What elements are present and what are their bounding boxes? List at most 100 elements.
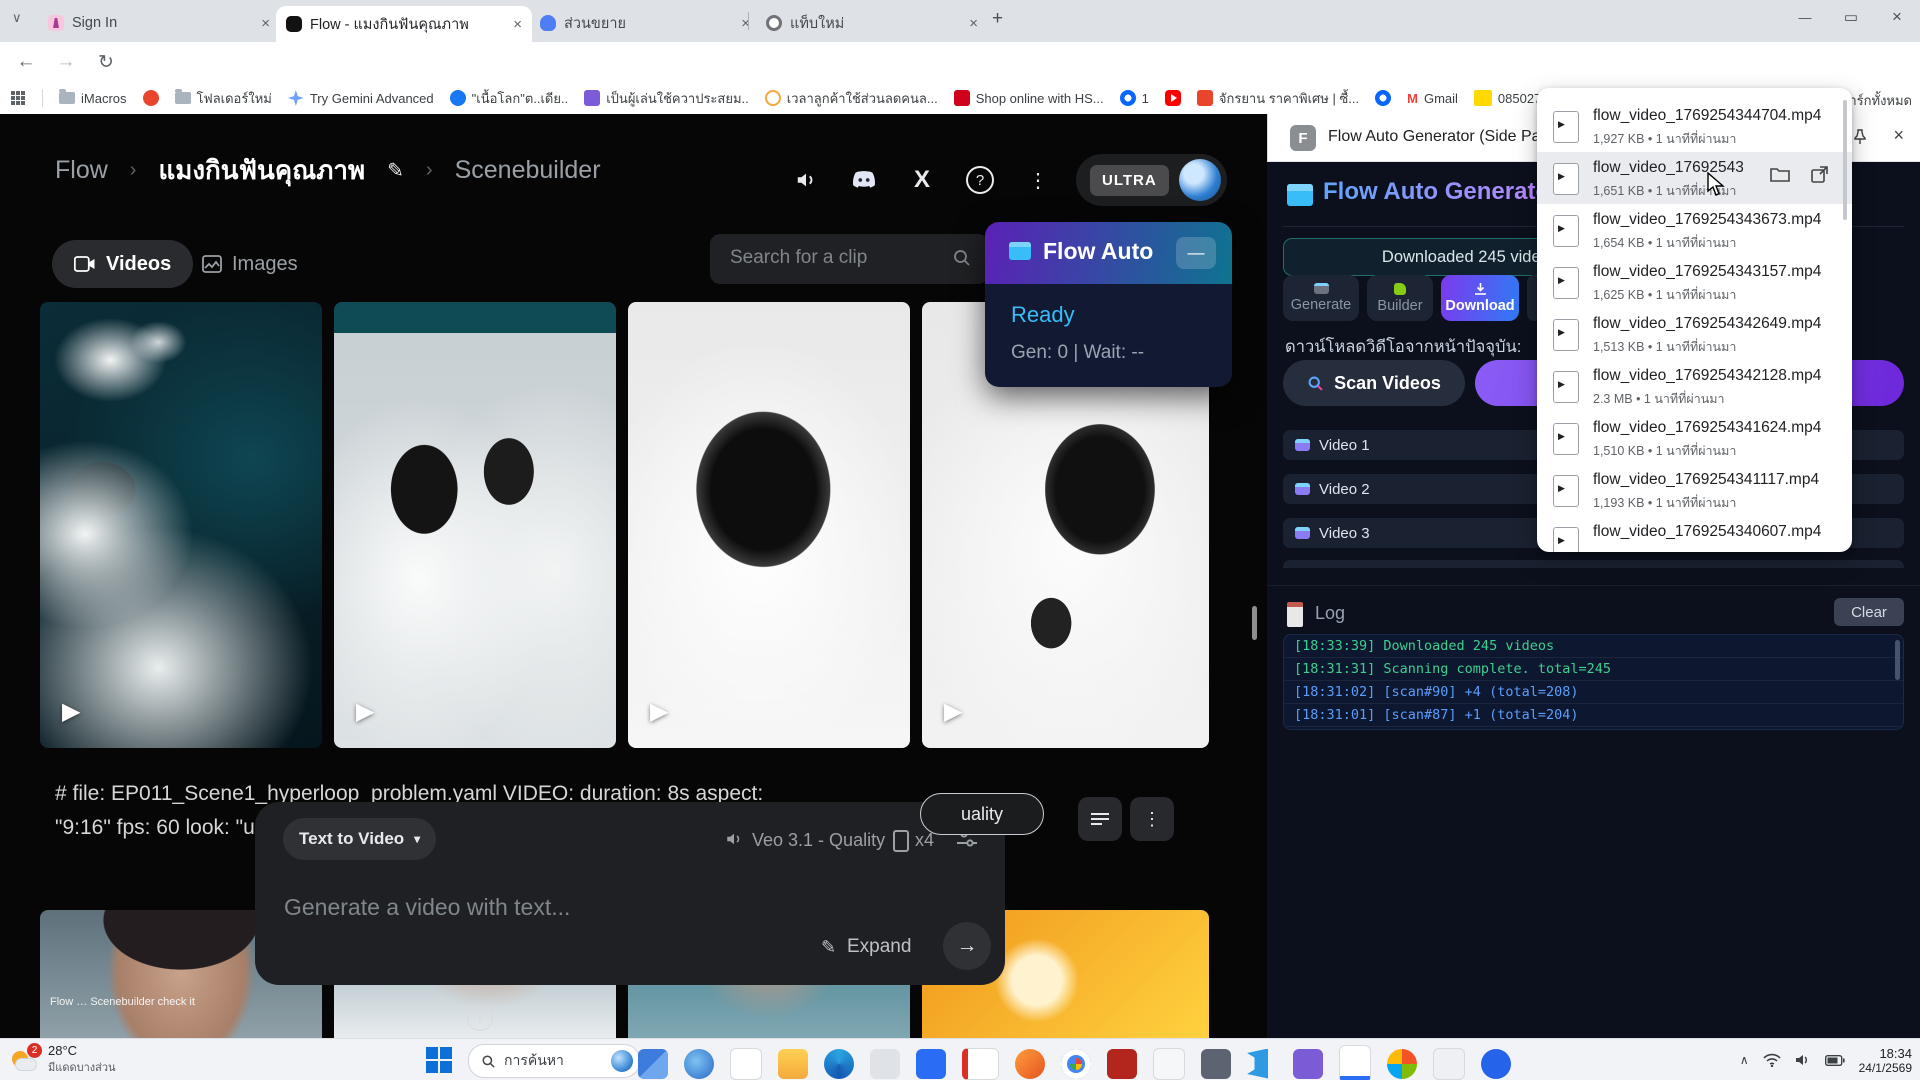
bookmark-red-app[interactable] — [143, 90, 159, 106]
clock[interactable]: 18:34 24/1/2569 — [1859, 1046, 1912, 1075]
file-explorer-icon[interactable] — [778, 1049, 808, 1079]
tab-close-icon[interactable]: × — [253, 15, 270, 32]
download-item[interactable]: flow_video_1769254341117.mp41,193 KB • 1… — [1537, 464, 1852, 516]
clip-search-input[interactable]: Search for a clip — [710, 234, 988, 284]
taskbar-search[interactable]: การค้นหา — [468, 1044, 640, 1078]
app-icon-gray[interactable] — [870, 1049, 900, 1079]
edge-icon[interactable] — [824, 1049, 854, 1079]
battery-icon[interactable] — [1825, 1055, 1845, 1066]
quality-chip[interactable]: uality — [920, 793, 1044, 835]
bookmark-purple[interactable]: เป็นผู้เล่นใช้ควาประสยม.. — [584, 88, 749, 109]
app-icon-red-white[interactable] — [962, 1048, 999, 1080]
window-close-button[interactable]: × — [1874, 0, 1920, 34]
playlist-button[interactable] — [1078, 797, 1122, 841]
tab-flow-active[interactable]: Flow - แมงกินฟันคุณภาพ × — [276, 6, 532, 42]
flow-kebab-icon[interactable]: ⋮ — [1018, 160, 1058, 200]
log-clear-button[interactable]: Clear — [1834, 598, 1904, 626]
bookmark-bike[interactable]: จักรยาน ราคาพิเศษ | ซื้... — [1197, 88, 1359, 109]
help-icon[interactable]: ? — [960, 160, 1000, 200]
tab-images[interactable]: Images — [180, 240, 320, 288]
tab-extensions[interactable]: ส่วนขยาย × — [530, 8, 760, 38]
breadcrumb-page[interactable]: Scenebuilder — [455, 156, 601, 185]
log-scrollbar[interactable] — [1895, 640, 1900, 680]
download-item[interactable]: flow_video_1769254342128.mp42.3 MB • 1 น… — [1537, 360, 1852, 412]
firefox-icon[interactable] — [1015, 1049, 1045, 1079]
bookmark-fb[interactable]: "เนื้อโลก"ต..เดีย.. — [450, 88, 569, 109]
forward-button[interactable]: → — [52, 48, 80, 76]
tab-close-icon[interactable]: × — [505, 16, 522, 33]
x-logo-icon[interactable]: X — [902, 160, 942, 200]
people-icon[interactable] — [1481, 1049, 1511, 1079]
video-thumbnail-1[interactable]: ▶ — [40, 302, 322, 748]
download-item[interactable]: flow_video_1769254344704.mp41,927 KB • 1… — [1537, 100, 1852, 152]
download-item[interactable]: flow_video_1769254340607.mp4 — [1537, 516, 1852, 552]
audio-icon[interactable] — [786, 160, 826, 200]
task-view-icon[interactable] — [638, 1049, 668, 1079]
mail-icon[interactable] — [1339, 1045, 1371, 1080]
video-thumbnail-3[interactable]: ▶ — [628, 302, 910, 748]
camera-icon[interactable] — [1201, 1049, 1231, 1079]
tab-download[interactable]: Download — [1441, 275, 1519, 321]
bookmark-imacros[interactable]: iMacros — [59, 91, 127, 106]
side-panel-close-icon[interactable]: × — [1893, 125, 1904, 146]
open-in-new-icon[interactable] — [1811, 166, 1828, 183]
video-thumbnail-2[interactable]: ▶ — [334, 302, 616, 748]
widget-minimize-button[interactable]: — — [1176, 237, 1216, 269]
bookmark-gemini[interactable]: Try Gemini Advanced — [288, 90, 434, 106]
calculator-icon[interactable] — [1433, 1048, 1465, 1080]
app-icon-purple[interactable] — [1293, 1049, 1323, 1079]
tab-builder[interactable]: Builder — [1367, 275, 1433, 321]
apps-grid-icon[interactable] — [10, 90, 26, 106]
bookmark-gmail[interactable]: MGmail — [1407, 91, 1458, 106]
generate-send-button[interactable]: → — [943, 922, 991, 970]
notepad-icon[interactable] — [1153, 1048, 1185, 1080]
download-item[interactable]: flow_video_1769254343673.mp41,654 KB • 1… — [1537, 204, 1852, 256]
tab-generate[interactable]: Generate — [1283, 275, 1359, 321]
app-icon-darkred[interactable] — [1107, 1049, 1137, 1079]
widget-header[interactable]: Flow Auto — — [985, 222, 1232, 284]
popup-scrollbar[interactable] — [1843, 100, 1847, 220]
widgets-icon[interactable] — [730, 1048, 762, 1080]
breadcrumb-root[interactable]: Flow — [55, 156, 108, 185]
project-title[interactable]: แมงกินฟันคุณภาพ — [158, 150, 365, 191]
play-icon[interactable]: ▶ — [62, 697, 80, 726]
photos-icon[interactable] — [1387, 1049, 1417, 1079]
bookmark-youtube[interactable] — [1165, 90, 1181, 106]
expand-button[interactable]: Expand — [847, 936, 911, 958]
tab-videos[interactable]: Videos — [52, 240, 193, 288]
bookmark-new-folder[interactable]: โฟลเดอร์ใหม่ — [175, 88, 272, 109]
mode-dropdown[interactable]: Text to Video▾ — [283, 818, 436, 860]
reload-button[interactable]: ↻ — [92, 48, 120, 76]
info-icon[interactable]: ! — [467, 1005, 493, 1031]
tab-close-icon[interactable]: × — [961, 15, 978, 32]
avatar[interactable] — [1179, 159, 1221, 201]
back-button[interactable]: ← — [12, 48, 40, 76]
wifi-icon[interactable] — [1763, 1053, 1781, 1067]
download-item[interactable]: flow_video_1769254342649.mp41,513 KB • 1… — [1537, 308, 1852, 360]
chrome-icon[interactable] — [1061, 1049, 1091, 1079]
bookmark-globe[interactable]: เวลาลูกค้าใช้ส่วนลดคนล... — [765, 88, 938, 109]
download-item[interactable]: flow_video_1769254343157.mp41,625 KB • 1… — [1537, 256, 1852, 308]
start-button[interactable] — [426, 1047, 452, 1073]
volume-icon[interactable] — [1795, 1053, 1811, 1067]
play-icon[interactable]: ▶ — [650, 697, 668, 726]
vscode-icon[interactable] — [1247, 1049, 1277, 1079]
download-item[interactable]: flow_video_1769254341624.mp41,510 KB • 1… — [1537, 412, 1852, 464]
scan-videos-button[interactable]: Scan Videos — [1283, 360, 1465, 406]
window-maximize-button[interactable]: ▭ — [1828, 0, 1874, 34]
download-item-hovered[interactable]: flow_video_1769254344419 1,651 KB • 1 นา… — [1537, 152, 1852, 204]
discord-icon[interactable] — [844, 160, 884, 200]
new-tab-button[interactable]: + — [992, 8, 1003, 30]
video-row-partial[interactable] — [1283, 560, 1904, 568]
play-icon[interactable]: ▶ — [356, 697, 374, 726]
model-label[interactable]: Veo 3.1 - Quality — [752, 830, 885, 851]
hidden-icons-chevron[interactable]: ∧ — [1740, 1053, 1749, 1067]
weather-widget[interactable]: 2 28°C มีแดดบางส่วน — [10, 1043, 116, 1076]
edit-title-icon[interactable]: ✎ — [387, 158, 404, 183]
copilot-icon[interactable] — [684, 1049, 714, 1079]
page-scrollbar[interactable] — [1252, 606, 1257, 640]
prompt-placeholder[interactable]: Generate a video with text... — [284, 894, 570, 921]
play-icon[interactable]: ▶ — [944, 697, 962, 726]
show-in-folder-icon[interactable] — [1770, 166, 1790, 183]
tab-search-icon[interactable]: ∨ — [12, 10, 22, 26]
